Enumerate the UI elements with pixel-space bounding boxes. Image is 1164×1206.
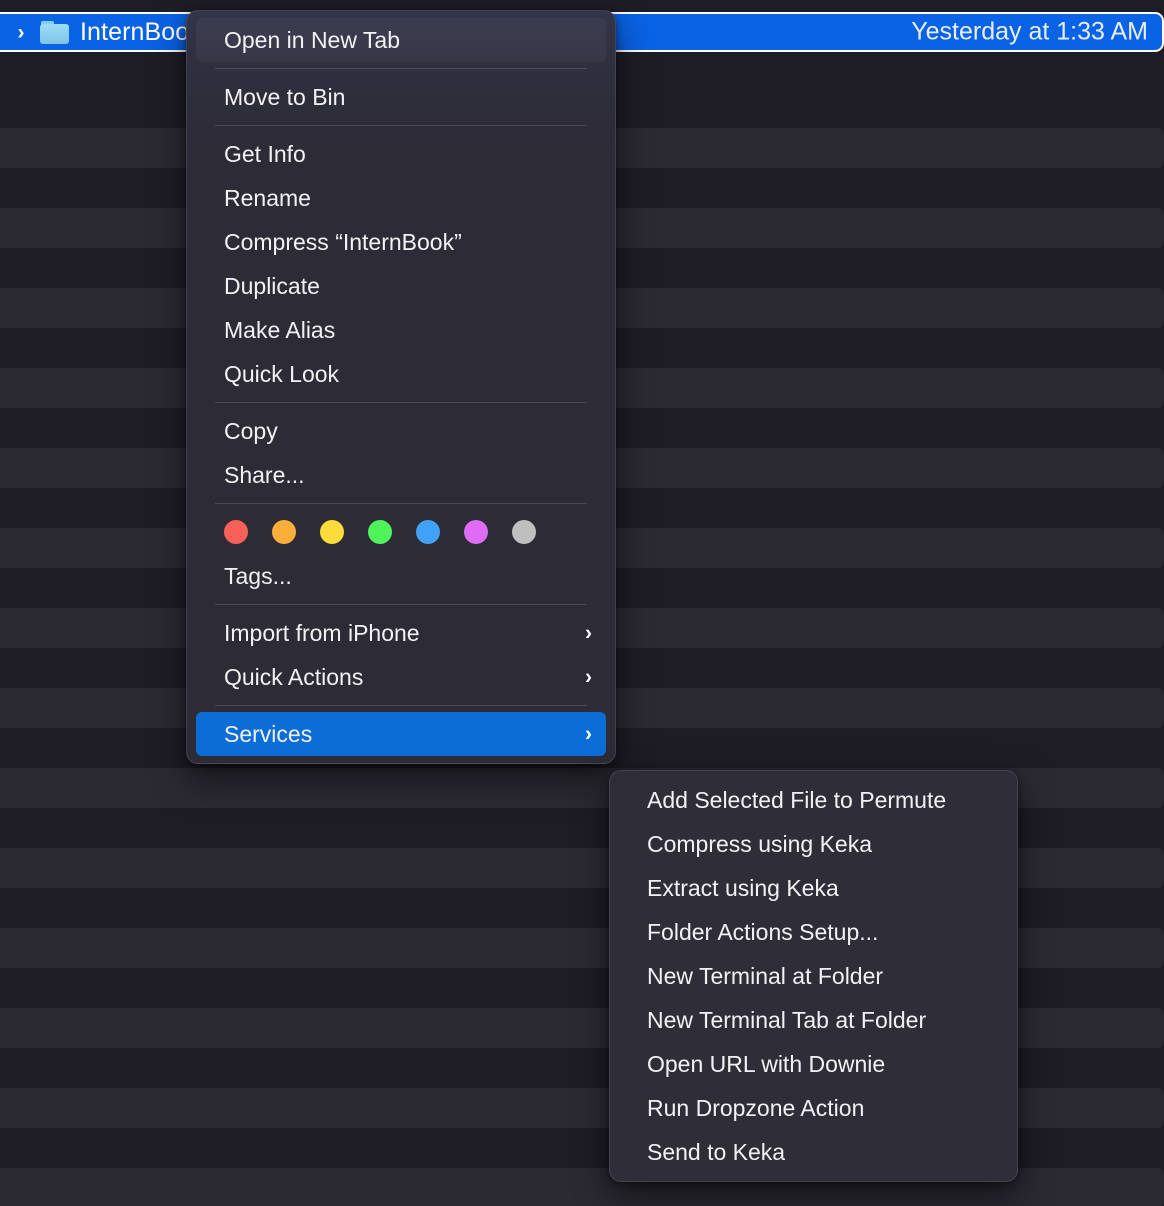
menu-separator [215, 705, 587, 706]
menu-item-compress-internbook[interactable]: Compress “InternBook” [196, 220, 606, 264]
service-item-new-terminal-tab-at-folder[interactable]: New Terminal Tab at Folder [619, 998, 1008, 1042]
file-name-label: InternBook [80, 17, 202, 46]
red-tag[interactable] [224, 520, 248, 544]
purple-tag[interactable] [464, 520, 488, 544]
menu-item-label: Quick Actions [224, 663, 364, 690]
menu-item-label: Tags... [224, 562, 292, 589]
service-item-run-dropzone-action[interactable]: Run Dropzone Action [619, 1086, 1008, 1130]
menu-item-open-in-new-tab[interactable]: Open in New Tab [196, 18, 606, 62]
menu-item-label: Services [224, 720, 313, 747]
tag-color-swatches [196, 510, 606, 554]
menu-separator [215, 503, 587, 504]
menu-item-quick-look[interactable]: Quick Look [196, 352, 606, 396]
menu-item-label: Run Dropzone Action [647, 1094, 865, 1121]
menu-item-rename[interactable]: Rename [196, 176, 606, 220]
menu-item-quick-actions[interactable]: Quick Actions › [196, 655, 606, 699]
service-item-new-terminal-at-folder[interactable]: New Terminal at Folder [619, 954, 1008, 998]
menu-item-tags[interactable]: Tags... [196, 554, 606, 598]
menu-item-label: Compress using Keka [647, 830, 872, 857]
menu-item-label: New Terminal at Folder [647, 962, 884, 989]
gray-tag[interactable] [512, 520, 536, 544]
menu-item-label: Make Alias [224, 316, 336, 343]
menu-item-move-to-bin[interactable]: Move to Bin [196, 75, 606, 119]
date-modified-label: Yesterday at 1:33 AM [911, 17, 1148, 46]
service-item-add-selected-file-to-permute[interactable]: Add Selected File to Permute [619, 778, 1008, 822]
green-tag[interactable] [368, 520, 392, 544]
chevron-right-icon[interactable]: › [10, 21, 32, 43]
menu-item-label: Quick Look [224, 360, 340, 387]
yellow-tag[interactable] [320, 520, 344, 544]
menu-item-label: New Terminal Tab at Folder [647, 1006, 927, 1033]
menu-separator [215, 68, 587, 69]
menu-separator [215, 125, 587, 126]
service-item-folder-actions-setup[interactable]: Folder Actions Setup... [619, 910, 1008, 954]
menu-item-label: Add Selected File to Permute [647, 786, 947, 813]
service-item-compress-using-keka[interactable]: Compress using Keka [619, 822, 1008, 866]
chevron-right-icon: › [585, 722, 592, 746]
menu-item-copy[interactable]: Copy [196, 409, 606, 453]
menu-separator [215, 402, 587, 403]
menu-item-make-alias[interactable]: Make Alias [196, 308, 606, 352]
menu-item-label: Compress “InternBook” [224, 228, 462, 255]
menu-item-share[interactable]: Share... [196, 453, 606, 497]
orange-tag[interactable] [272, 520, 296, 544]
menu-item-label: Open in New Tab [224, 26, 401, 53]
menu-separator [215, 604, 587, 605]
menu-item-label: Extract using Keka [647, 874, 839, 901]
menu-item-services[interactable]: Services › [196, 712, 606, 756]
service-item-extract-using-keka[interactable]: Extract using Keka [619, 866, 1008, 910]
menu-item-duplicate[interactable]: Duplicate [196, 264, 606, 308]
chevron-right-icon: › [585, 621, 592, 645]
menu-item-label: Copy [224, 417, 278, 444]
chevron-right-icon: › [585, 665, 592, 689]
services-submenu[interactable]: Add Selected File to Permute Compress usi… [609, 770, 1018, 1182]
menu-item-import-from-iphone[interactable]: Import from iPhone › [196, 611, 606, 655]
menu-item-label: Send to Keka [647, 1138, 786, 1165]
menu-item-label: Import from iPhone [224, 619, 420, 646]
menu-item-label: Duplicate [224, 272, 320, 299]
menu-item-get-info[interactable]: Get Info [196, 132, 606, 176]
finder-window: › InternBook Yesterday at 1:33 AM Open i… [0, 0, 1164, 1206]
menu-item-label: Share... [224, 461, 305, 488]
menu-item-label: Open URL with Downie [647, 1050, 886, 1077]
menu-item-label: Rename [224, 184, 311, 211]
finder-context-menu[interactable]: Open in New Tab Move to Bin Get Info Rename… [186, 10, 616, 764]
blue-tag[interactable] [416, 520, 440, 544]
service-item-open-url-with-downie[interactable]: Open URL with Downie [619, 1042, 1008, 1086]
service-item-send-to-keka[interactable]: Send to Keka [619, 1130, 1008, 1174]
folder-icon [40, 20, 70, 44]
menu-item-label: Move to Bin [224, 83, 346, 110]
menu-item-label: Get Info [224, 140, 306, 167]
menu-item-label: Folder Actions Setup... [647, 918, 879, 945]
